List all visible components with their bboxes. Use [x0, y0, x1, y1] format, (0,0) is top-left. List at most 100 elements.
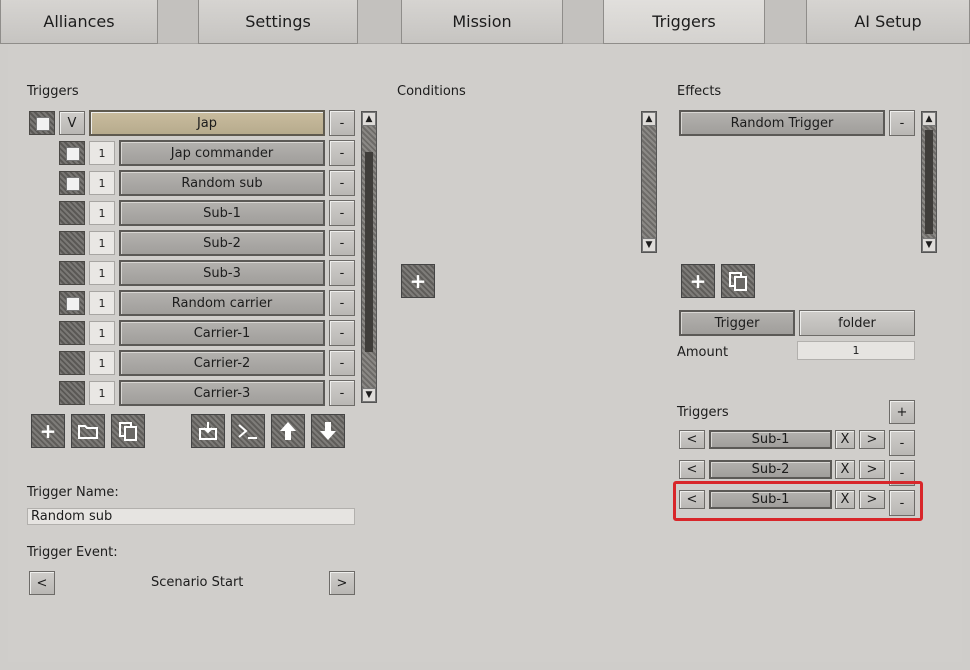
trigger-checkbox[interactable] [59, 231, 85, 255]
prev-trigger-button[interactable]: < [679, 430, 705, 449]
move-down-button[interactable] [311, 414, 345, 448]
trigger-group-jap[interactable]: Jap [89, 110, 325, 136]
triggers-scrollbar[interactable]: ▲ ▼ [361, 111, 377, 403]
trigger-item[interactable]: Carrier-3 [119, 380, 325, 406]
trigger-count: 1 [89, 141, 115, 165]
remove-trigger-button[interactable]: - [329, 140, 355, 166]
effects-title: Effects [677, 84, 722, 99]
folder-icon [78, 425, 98, 439]
trigger-count: 1 [89, 321, 115, 345]
tab-mission[interactable]: Mission [401, 0, 563, 44]
toggle-trigger-button[interactable]: Trigger [679, 310, 795, 336]
trigger-item[interactable]: Sub-1 [119, 200, 325, 226]
remove-trigger-button[interactable]: - [329, 170, 355, 196]
trigger-item[interactable]: Sub-2 [119, 230, 325, 256]
remove-trigger-button[interactable]: - [329, 200, 355, 226]
prev-trigger-button[interactable]: < [679, 460, 705, 479]
scroll-up-arrow-icon[interactable]: ▲ [362, 112, 376, 126]
trigger-count: 1 [89, 171, 115, 195]
scroll-up-arrow-icon[interactable]: ▲ [642, 112, 656, 126]
copy-icon [119, 422, 137, 441]
scroll-down-arrow-icon[interactable]: ▼ [922, 238, 936, 252]
scroll-thumb[interactable] [925, 130, 933, 234]
tab-ai-setup[interactable]: AI Setup [806, 0, 970, 44]
remove-effect-button[interactable]: - [889, 110, 915, 136]
scroll-up-arrow-icon[interactable]: ▲ [922, 112, 936, 126]
toggle-folder-button[interactable]: folder [799, 310, 915, 336]
add-trigger-ref-button[interactable]: + [889, 400, 915, 424]
effect-item[interactable]: Random Trigger [679, 110, 885, 136]
next-trigger-button[interactable]: > [859, 460, 885, 479]
trigger-checkbox[interactable] [59, 201, 85, 225]
trigger-count: 1 [89, 201, 115, 225]
conditions-scrollbar[interactable]: ▲ ▼ [641, 111, 657, 253]
trigger-checkbox[interactable] [59, 261, 85, 285]
plus-icon: + [39, 419, 57, 443]
group-checkbox[interactable] [29, 111, 55, 135]
effect-triggers-label: Triggers [677, 405, 729, 420]
remove-trigger-ref-button[interactable]: - [889, 430, 915, 456]
arrow-up-icon [280, 422, 296, 440]
trigger-checkbox[interactable] [59, 321, 85, 345]
import-icon [199, 422, 217, 440]
copy-icon [729, 272, 747, 291]
add-trigger-button[interactable]: + [31, 414, 65, 448]
trigger-item[interactable]: Carrier-1 [119, 320, 325, 346]
highlight-box [673, 481, 923, 521]
remove-group-button[interactable]: - [329, 110, 355, 136]
next-trigger-button[interactable]: > [859, 430, 885, 449]
remove-trigger-button[interactable]: - [329, 260, 355, 286]
import-button[interactable] [191, 414, 225, 448]
trigger-name-label: Trigger Name: [27, 485, 119, 500]
group-toggle-button[interactable]: V [59, 111, 85, 135]
trigger-item-selected[interactable]: Random sub [119, 170, 325, 196]
trigger-checkbox[interactable] [59, 351, 85, 375]
terminal-icon [238, 424, 257, 439]
remove-trigger-button[interactable]: - [329, 350, 355, 376]
conditions-title: Conditions [397, 84, 466, 99]
trigger-count: 1 [89, 231, 115, 255]
scroll-down-arrow-icon[interactable]: ▼ [362, 388, 376, 402]
tab-settings[interactable]: Settings [198, 0, 358, 44]
add-folder-button[interactable] [71, 414, 105, 448]
plus-icon: + [409, 269, 427, 293]
remove-trigger-button[interactable]: - [329, 290, 355, 316]
trigger-count: 1 [89, 291, 115, 315]
remove-trigger-button[interactable]: - [329, 230, 355, 256]
add-condition-button[interactable]: + [401, 264, 435, 298]
scroll-thumb[interactable] [365, 152, 373, 352]
script-button[interactable] [231, 414, 265, 448]
event-prev-button[interactable]: < [29, 571, 55, 595]
tab-triggers[interactable]: Triggers [603, 0, 765, 44]
trigger-event-value: Scenario Start [151, 575, 244, 590]
trigger-checkbox[interactable] [59, 171, 85, 195]
scroll-down-arrow-icon[interactable]: ▼ [642, 238, 656, 252]
duplicate-effect-button[interactable] [721, 264, 755, 298]
triggers-title: Triggers [27, 84, 79, 99]
trigger-ref-select[interactable]: Sub-1 [709, 430, 832, 449]
trigger-count: 1 [89, 381, 115, 405]
trigger-item[interactable]: Carrier-2 [119, 350, 325, 376]
duplicate-trigger-button[interactable] [111, 414, 145, 448]
add-effect-button[interactable]: + [681, 264, 715, 298]
event-next-button[interactable]: > [329, 571, 355, 595]
remove-trigger-button[interactable]: - [329, 380, 355, 406]
trigger-event-label: Trigger Event: [27, 545, 118, 560]
trigger-ref-select[interactable]: Sub-2 [709, 460, 832, 479]
remove-trigger-button[interactable]: - [329, 320, 355, 346]
trigger-name-input[interactable]: Random sub [27, 508, 355, 525]
trigger-checkbox[interactable] [59, 291, 85, 315]
move-up-button[interactable] [271, 414, 305, 448]
trigger-item[interactable]: Sub-3 [119, 260, 325, 286]
trigger-item[interactable]: Random carrier [119, 290, 325, 316]
trigger-checkbox[interactable] [59, 381, 85, 405]
tab-alliances[interactable]: Alliances [0, 0, 158, 44]
clear-trigger-button[interactable]: X [835, 430, 855, 449]
arrow-down-icon [320, 422, 336, 440]
clear-trigger-button[interactable]: X [835, 460, 855, 479]
trigger-count: 1 [89, 261, 115, 285]
amount-input[interactable]: 1 [797, 341, 915, 360]
trigger-item[interactable]: Jap commander [119, 140, 325, 166]
trigger-checkbox[interactable] [59, 141, 85, 165]
effects-scrollbar[interactable]: ▲ ▼ [921, 111, 937, 253]
